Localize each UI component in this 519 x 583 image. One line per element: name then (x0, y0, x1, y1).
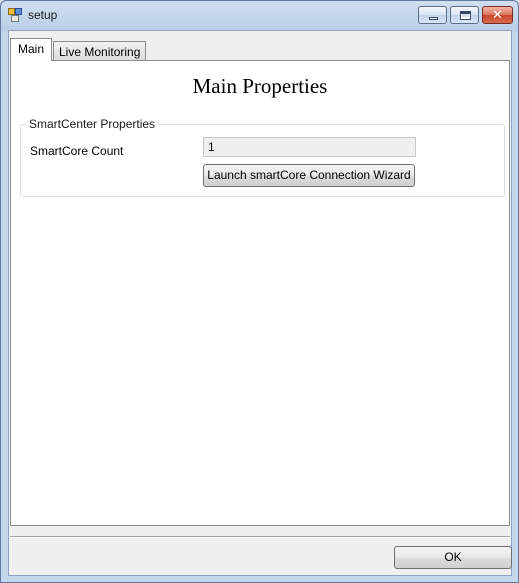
smartcenter-properties-group: SmartCenter Properties SmartCore Count 1… (20, 117, 505, 197)
tab-main[interactable]: Main (10, 38, 53, 61)
ok-button[interactable]: OK (394, 546, 512, 569)
app-window-icon[interactable] (8, 8, 22, 22)
smartcore-count-label: SmartCore Count (30, 144, 124, 158)
maximize-button[interactable] (450, 6, 479, 24)
setup-window: setup ✕ Live Monitoring Main Main Proper… (0, 0, 519, 583)
tab-live-monitoring[interactable]: Live Monitoring (53, 41, 147, 61)
window-title: setup (28, 8, 58, 22)
launch-wizard-button[interactable]: Launch smartCore Connection Wizard (203, 164, 415, 187)
page-title: Main Properties (192, 74, 328, 98)
smartcore-count-field[interactable]: 1 (203, 137, 416, 157)
minimize-button[interactable] (418, 6, 447, 24)
minimize-icon (429, 17, 438, 20)
maximize-icon (460, 11, 471, 20)
client-area: Live Monitoring Main Main Properties Sma… (8, 30, 512, 576)
title-bar[interactable]: setup ✕ (1, 1, 518, 29)
tab-page-main: Main Properties SmartCenter Properties S… (10, 60, 510, 526)
group-legend: SmartCenter Properties (26, 117, 159, 131)
close-button[interactable]: ✕ (482, 6, 513, 24)
footer-divider (10, 536, 510, 538)
close-icon: ✕ (492, 7, 503, 22)
